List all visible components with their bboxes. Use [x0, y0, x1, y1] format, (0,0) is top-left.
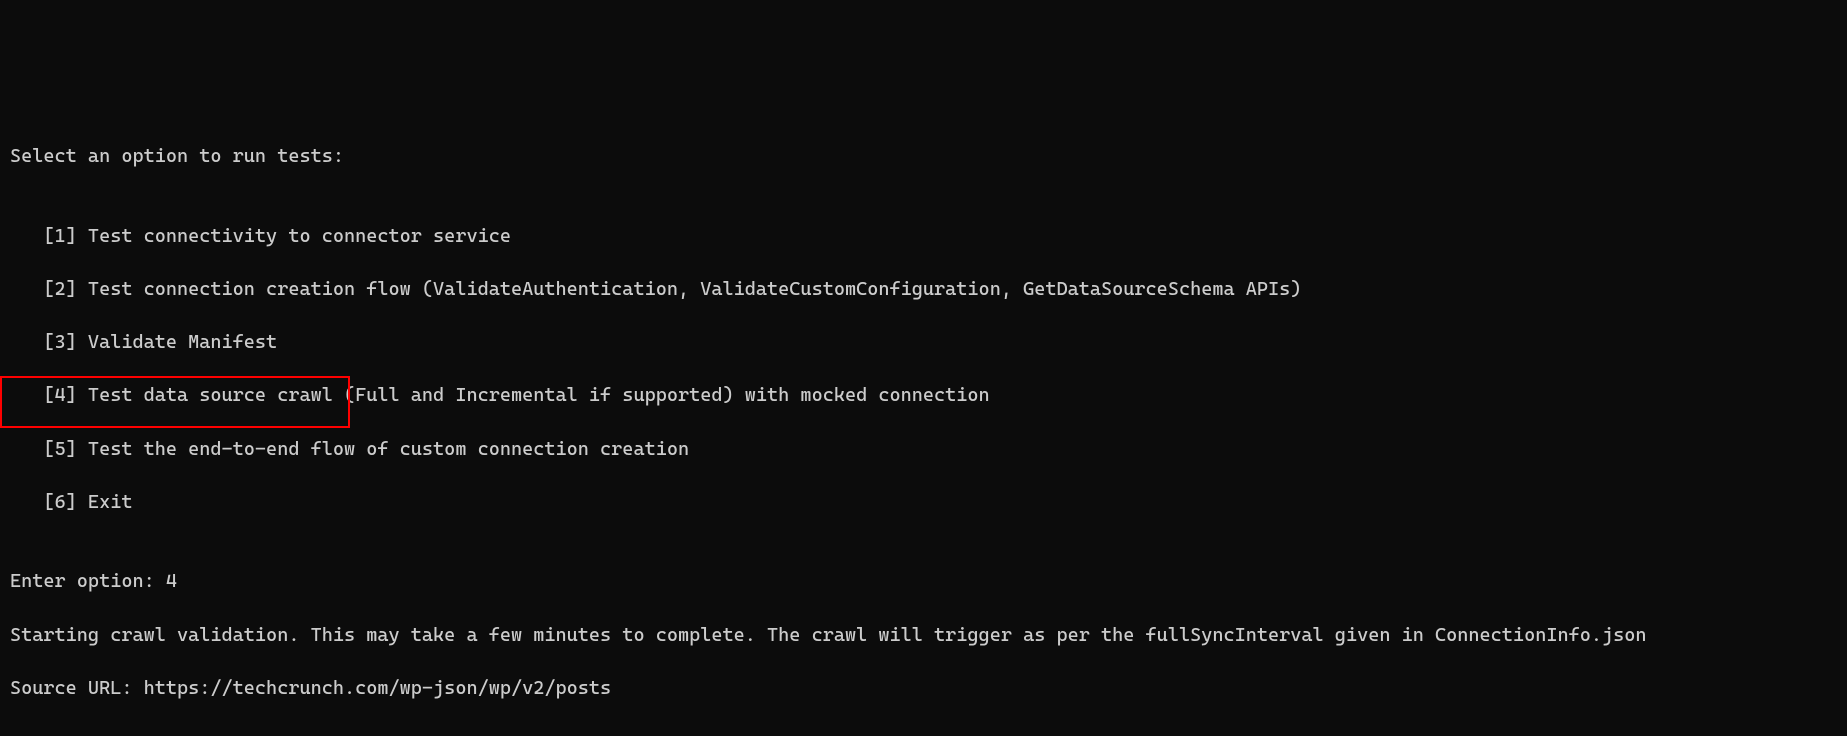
terminal-option-5: [5] Test the end-to-end flow of custom c…: [10, 436, 1847, 463]
terminal-output-starting: Starting crawl validation. This may take…: [10, 622, 1847, 649]
terminal-input-line[interactable]: Enter option: 4: [10, 568, 1847, 595]
terminal-output-source-url: Source URL: https://techcrunch.com/wp-js…: [10, 675, 1847, 702]
terminal-option-2: [2] Test connection creation flow (Valid…: [10, 276, 1847, 303]
terminal-option-3: [3] Validate Manifest: [10, 329, 1847, 356]
terminal-option-6: [6] Exit: [10, 489, 1847, 516]
terminal-option-4: [4] Test data source crawl (Full and Inc…: [10, 382, 1847, 409]
terminal-line-prompt: Select an option to run tests:: [10, 143, 1847, 170]
terminal-output-dot: .: [10, 728, 1847, 736]
terminal-option-1: [1] Test connectivity to connector servi…: [10, 223, 1847, 250]
